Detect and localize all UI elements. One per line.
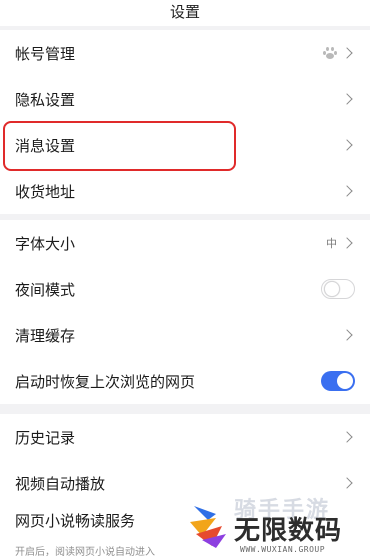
night-mode-toggle[interactable] bbox=[321, 279, 355, 299]
settings-group-display: 字体大小 中 夜间模式 清理缓存 启动时恢复上次浏览的网页 bbox=[0, 220, 370, 404]
row-label: 夜间模式 bbox=[15, 280, 76, 299]
row-label: 启动时恢复上次浏览的网页 bbox=[15, 372, 196, 391]
row-label: 字体大小 bbox=[15, 234, 76, 253]
restore-last-page-toggle[interactable] bbox=[321, 371, 355, 391]
chevron-right-icon bbox=[341, 237, 353, 249]
watermark-text-main: 无限数码 bbox=[234, 516, 343, 546]
chevron-right-icon bbox=[341, 185, 353, 197]
row-shipping-address[interactable]: 收货地址 bbox=[0, 168, 370, 214]
row-label: 隐私设置 bbox=[15, 90, 76, 109]
chevron-right-icon bbox=[341, 477, 353, 489]
row-history[interactable]: 历史记录 bbox=[0, 414, 370, 460]
row-label: 帐号管理 bbox=[15, 44, 76, 63]
row-restore-last-page: 启动时恢复上次浏览的网页 bbox=[0, 358, 370, 404]
font-size-value: 中 bbox=[326, 237, 337, 250]
row-clear-cache[interactable]: 清理缓存 bbox=[0, 312, 370, 358]
row-label: 历史记录 bbox=[15, 428, 76, 447]
row-label: 清理缓存 bbox=[15, 326, 76, 345]
chevron-right-icon bbox=[341, 139, 353, 151]
row-account-management[interactable]: 帐号管理 bbox=[0, 30, 370, 76]
watermark-logo-icon bbox=[190, 506, 226, 548]
chevron-right-icon bbox=[341, 47, 353, 59]
row-font-size[interactable]: 字体大小 中 bbox=[0, 220, 370, 266]
row-night-mode: 夜间模式 bbox=[0, 266, 370, 312]
chevron-right-icon bbox=[341, 431, 353, 443]
row-subtitle: 开启后，阅读网页小说自动进入 bbox=[15, 547, 155, 558]
page-title: 设置 bbox=[169, 2, 200, 21]
chevron-right-icon bbox=[341, 93, 353, 105]
top-bar: 设置 bbox=[0, 0, 370, 26]
row-privacy-settings[interactable]: 隐私设置 bbox=[0, 76, 370, 122]
paw-icon bbox=[323, 47, 337, 59]
highlight-box bbox=[3, 121, 236, 171]
watermark-url: WWW.WUXIAN.GROUP bbox=[240, 545, 326, 554]
row-label: 收货地址 bbox=[15, 182, 76, 201]
chevron-right-icon bbox=[341, 329, 353, 341]
watermark: 骑手手游 无限数码 WWW.WUXIAN.GROUP bbox=[186, 490, 370, 560]
